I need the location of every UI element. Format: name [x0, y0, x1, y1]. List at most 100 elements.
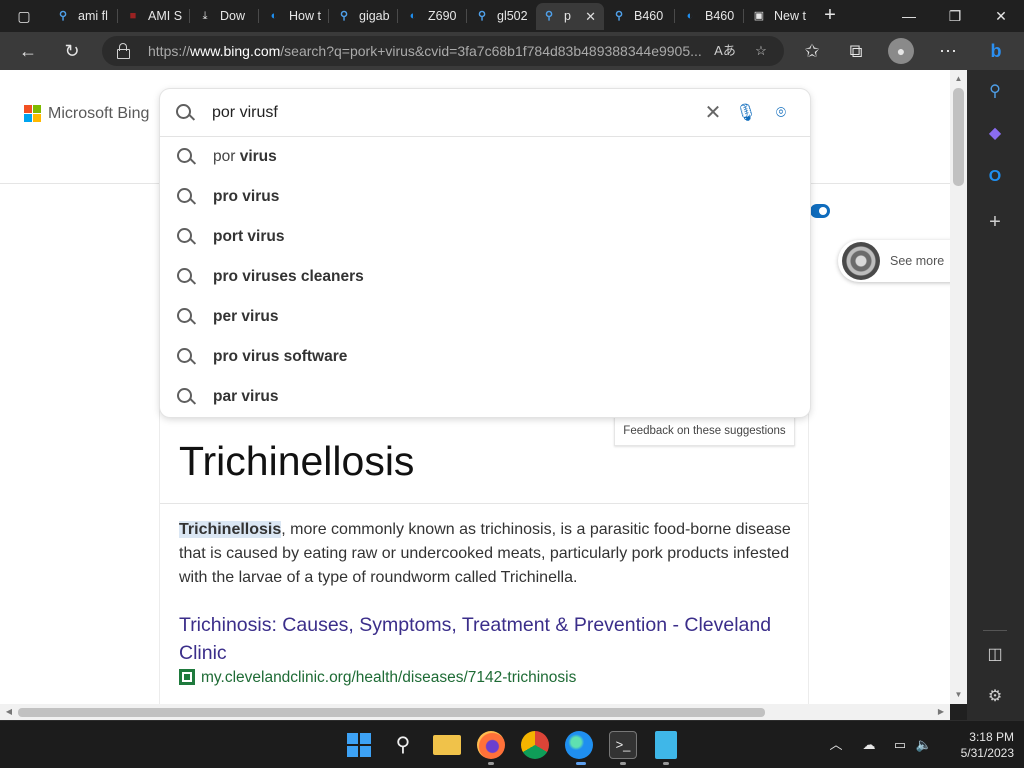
add-favorite-icon[interactable]: ☆: [750, 40, 772, 62]
toggle-switch[interactable]: [810, 204, 830, 218]
firefox-icon[interactable]: [477, 731, 505, 759]
gear-icon[interactable]: ⚙: [983, 685, 1007, 709]
scroll-right-arrow[interactable]: ▶: [935, 705, 947, 718]
system-clock[interactable]: 3:18 PM 5/31/2023: [940, 729, 1014, 761]
add-sidebar-app-icon[interactable]: +: [983, 210, 1007, 234]
tab-7[interactable]: ⚲ gl502: [469, 3, 533, 30]
profile-avatar[interactable]: ●: [888, 38, 914, 64]
address-bar[interactable]: https://www.bing.com/search?q=pork+virus…: [102, 36, 784, 66]
visual-search-icon[interactable]: ⌾: [770, 102, 792, 124]
suggestion-item[interactable]: per virus: [160, 297, 810, 337]
suggestion-text: por virus: [213, 148, 277, 165]
edge-icon[interactable]: [565, 731, 593, 759]
tab-separator: [674, 9, 675, 23]
suggestion-item[interactable]: pro virus software: [160, 337, 810, 377]
back-button[interactable]: ←: [14, 37, 42, 65]
suggestion-text: port virus: [213, 228, 285, 245]
tab-9[interactable]: ⚲ B460: [606, 3, 672, 30]
tab-active[interactable]: ⚲ p ✕: [536, 3, 604, 30]
outlook-icon[interactable]: O: [983, 165, 1007, 189]
tab-3[interactable]: ⤓ Dow: [192, 3, 256, 30]
read-aloud-icon[interactable]: Aあ: [714, 40, 736, 62]
bing-search-icon: ⚲: [58, 10, 68, 22]
terminal-icon[interactable]: >_: [609, 731, 637, 759]
bing-search-icon: ⚲: [339, 10, 349, 22]
copilot-icon[interactable]: ◆: [983, 122, 1007, 146]
result-link[interactable]: Trichinosis: Causes, Symptoms, Treatment…: [179, 611, 794, 667]
pdf-icon: ■: [129, 10, 137, 22]
suggestion-text: par virus: [213, 388, 279, 405]
address-toolbar: ← ↻ https://www.bing.com/search?q=pork+v…: [0, 32, 1024, 70]
tab-1[interactable]: ⚲ ami fl: [50, 3, 114, 30]
running-app-indicator: [663, 762, 669, 765]
tab-separator: [258, 9, 259, 23]
search-icon: [177, 308, 195, 326]
search-icon: [177, 348, 195, 366]
chrome-icon[interactable]: [521, 731, 549, 759]
volume-icon[interactable]: 🔈: [912, 721, 936, 768]
see-more-button[interactable]: See more: [838, 240, 950, 282]
tab-label: How t: [289, 9, 321, 23]
close-tab-icon[interactable]: ✕: [585, 3, 596, 30]
cloud-offline-icon[interactable]: ☁: [856, 721, 882, 768]
close-window-button[interactable]: ✕: [978, 0, 1024, 32]
edge-site-icon: ◐: [270, 10, 278, 22]
tab-separator: [743, 9, 744, 23]
url-text[interactable]: https://www.bing.com/search?q=pork+virus…: [148, 36, 708, 66]
download-icon: ⤓: [202, 10, 208, 22]
suggestion-item[interactable]: port virus: [160, 217, 810, 257]
chevron-up-icon[interactable]: ︿: [826, 721, 846, 768]
tab-label: AMI S: [148, 9, 183, 23]
horizontal-scroll-thumb[interactable]: [18, 708, 765, 717]
microsoft-logo-icon: [24, 105, 42, 123]
tab-4[interactable]: ◐ How t: [261, 3, 325, 30]
windows-taskbar: ⚲ >_ ︿ ☁ ▭ 🔈 3:18 PM 5/31/2023: [0, 720, 1024, 768]
clear-icon[interactable]: ✕: [702, 102, 724, 124]
collections-icon[interactable]: ⧉: [842, 37, 870, 65]
scroll-left-arrow[interactable]: ◀: [3, 705, 15, 718]
suggestion-item[interactable]: pro virus: [160, 177, 810, 217]
file-explorer-icon[interactable]: [433, 735, 461, 755]
suggestion-item[interactable]: par virus: [160, 377, 810, 417]
microphone-icon[interactable]: 🎙: [735, 102, 757, 124]
newtab-icon: ▣: [753, 10, 765, 22]
vertical-scroll-thumb[interactable]: [953, 88, 964, 186]
restore-button[interactable]: ❐: [932, 0, 978, 32]
bing-chat-icon[interactable]: b: [982, 37, 1010, 65]
tab-10[interactable]: ◐ B460: [677, 3, 741, 30]
tab-separator: [117, 9, 118, 23]
favorites-icon[interactable]: ✩: [798, 37, 826, 65]
notepad-icon[interactable]: [655, 731, 677, 759]
tab-5[interactable]: ⚲ gigab: [331, 3, 395, 30]
tab-6[interactable]: ◐ Z690: [400, 3, 464, 30]
tab-11[interactable]: ▣ New t: [746, 3, 810, 30]
suggestion-text: pro virus software: [213, 348, 348, 365]
start-button[interactable]: [345, 731, 373, 759]
minimize-button[interactable]: —: [886, 0, 932, 32]
refresh-button[interactable]: ↻: [58, 37, 86, 65]
suggestion-item[interactable]: por virus: [160, 137, 810, 177]
scroll-up-arrow[interactable]: ▲: [952, 73, 965, 85]
scroll-down-arrow[interactable]: ▼: [952, 689, 965, 701]
taskbar-search-icon[interactable]: ⚲: [389, 731, 417, 759]
tab-2[interactable]: ■ AMI S: [120, 3, 186, 30]
topic-title: Trichinellosis: [179, 438, 415, 484]
tab-actions-icon[interactable]: ▢: [10, 6, 38, 26]
suggestion-item[interactable]: pro viruses cleaners: [160, 257, 810, 297]
new-tab-button[interactable]: +: [818, 4, 842, 28]
search-autosuggest: ✕ 🎙 ⌾ por virus pro virus port virus pro…: [160, 89, 810, 417]
highlighted-term: Trichinellosis: [179, 521, 282, 538]
suggestion-text: pro virus: [213, 188, 280, 205]
lock-icon[interactable]: [116, 43, 130, 59]
search-input[interactable]: [212, 101, 692, 125]
search-icon[interactable]: ⚲: [983, 80, 1007, 104]
tab-label: gigab: [359, 9, 390, 23]
result-url[interactable]: my.clevelandclinic.org/health/diseases/7…: [179, 667, 576, 689]
search-icon[interactable]: [176, 104, 194, 122]
more-menu-icon[interactable]: ⋯: [934, 37, 962, 65]
search-row: ✕ 🎙 ⌾: [160, 89, 810, 137]
hide-sidebar-icon[interactable]: ◫: [983, 643, 1007, 667]
search-icon: [177, 268, 195, 286]
network-icon[interactable]: ▭: [888, 721, 912, 768]
feedback-suggestions-button[interactable]: Feedback on these suggestions: [614, 416, 795, 446]
